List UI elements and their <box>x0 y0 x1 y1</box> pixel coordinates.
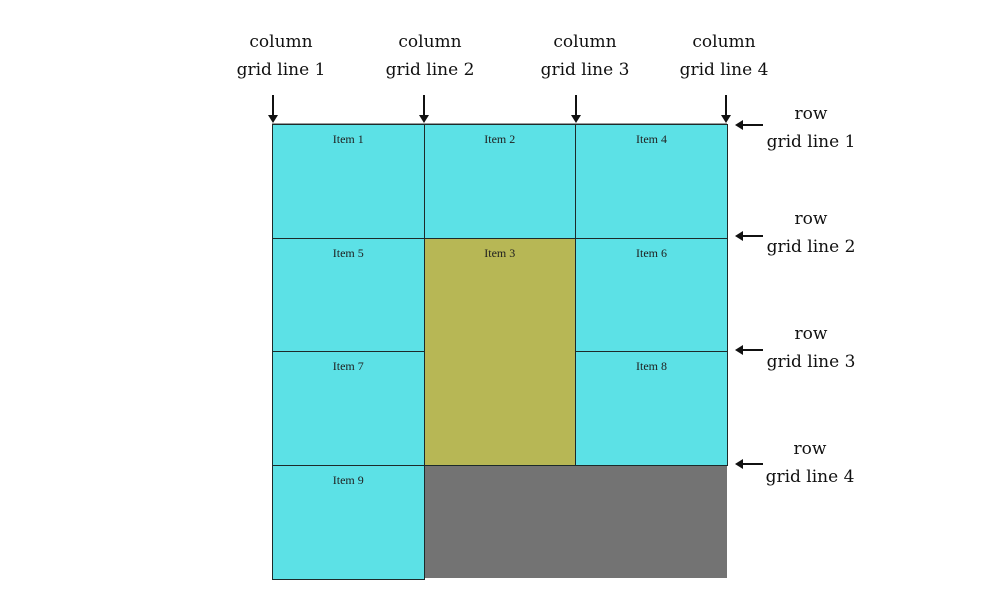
row-grid-line-4-label: row grid line 4 <box>750 435 870 491</box>
grid-item-label: Item 5 <box>332 246 364 260</box>
arrow-left-icon <box>735 231 763 241</box>
label-line: column <box>692 32 756 52</box>
grid-item-item-7: Item 7 <box>272 351 425 466</box>
grid-item-item-5: Item 5 <box>272 238 425 352</box>
arrow-left-icon <box>735 459 763 469</box>
arrow-down-icon <box>268 95 278 123</box>
label-line: grid line 1 <box>236 60 326 80</box>
column-grid-line-4-label: column grid line 4 <box>664 28 784 84</box>
grid-item-item-6: Item 6 <box>575 238 728 352</box>
arrow-down-icon <box>571 95 581 123</box>
label-line: row <box>794 324 828 344</box>
grid-item-label: Item 4 <box>636 132 667 146</box>
grid-item-label: Item 7 <box>332 359 364 373</box>
label-line: column <box>398 32 462 52</box>
grid-item-item-8: Item 8 <box>575 351 728 466</box>
grid-container: Item 1 Item 2 Item 4 Item 5 Item 3 Item 6 Item… <box>272 123 728 580</box>
label-line: column <box>249 32 313 52</box>
row-grid-line-2-label: row grid line 2 <box>751 205 871 261</box>
grid-item-item-9: Item 9 <box>272 465 425 580</box>
grid-item-label: Item 9 <box>332 473 364 487</box>
label-line: row <box>794 209 828 229</box>
label-line: column <box>553 32 617 52</box>
grid-item-label: Item 2 <box>484 132 516 146</box>
arrow-left-icon <box>735 345 763 355</box>
grid-item-label: Item 8 <box>636 359 667 373</box>
row-grid-line-3-label: row grid line 3 <box>751 320 871 376</box>
arrow-down-icon <box>721 95 731 123</box>
label-line: grid line 4 <box>679 60 769 80</box>
column-grid-line-3-label: column grid line 3 <box>525 28 645 84</box>
label-line: grid line 4 <box>765 467 855 487</box>
grid-item-item-2: Item 2 <box>423 124 576 239</box>
label-line: grid line 1 <box>766 132 856 152</box>
grid-item-item-3: Item 3 <box>423 238 576 466</box>
arrow-down-icon <box>419 95 429 123</box>
row-grid-line-1-label: row grid line 1 <box>751 100 871 156</box>
label-line: grid line 2 <box>766 237 856 257</box>
label-line: row <box>793 439 827 459</box>
grid-diagram: column grid line 1 column grid line 2 co… <box>0 0 1000 600</box>
grid-item-item-1: Item 1 <box>272 124 425 239</box>
column-grid-line-1-label: column grid line 1 <box>221 28 341 84</box>
label-line: row <box>794 104 828 124</box>
grid-item-item-4: Item 4 <box>575 124 728 239</box>
label-line: grid line 3 <box>540 60 630 80</box>
grid-item-label: Item 3 <box>484 246 516 260</box>
arrow-left-icon <box>735 120 763 130</box>
grid-item-label: Item 6 <box>636 246 667 260</box>
grid-item-label: Item 1 <box>332 132 364 146</box>
column-grid-line-2-label: column grid line 2 <box>370 28 490 84</box>
label-line: grid line 3 <box>766 352 856 372</box>
label-line: grid line 2 <box>385 60 475 80</box>
